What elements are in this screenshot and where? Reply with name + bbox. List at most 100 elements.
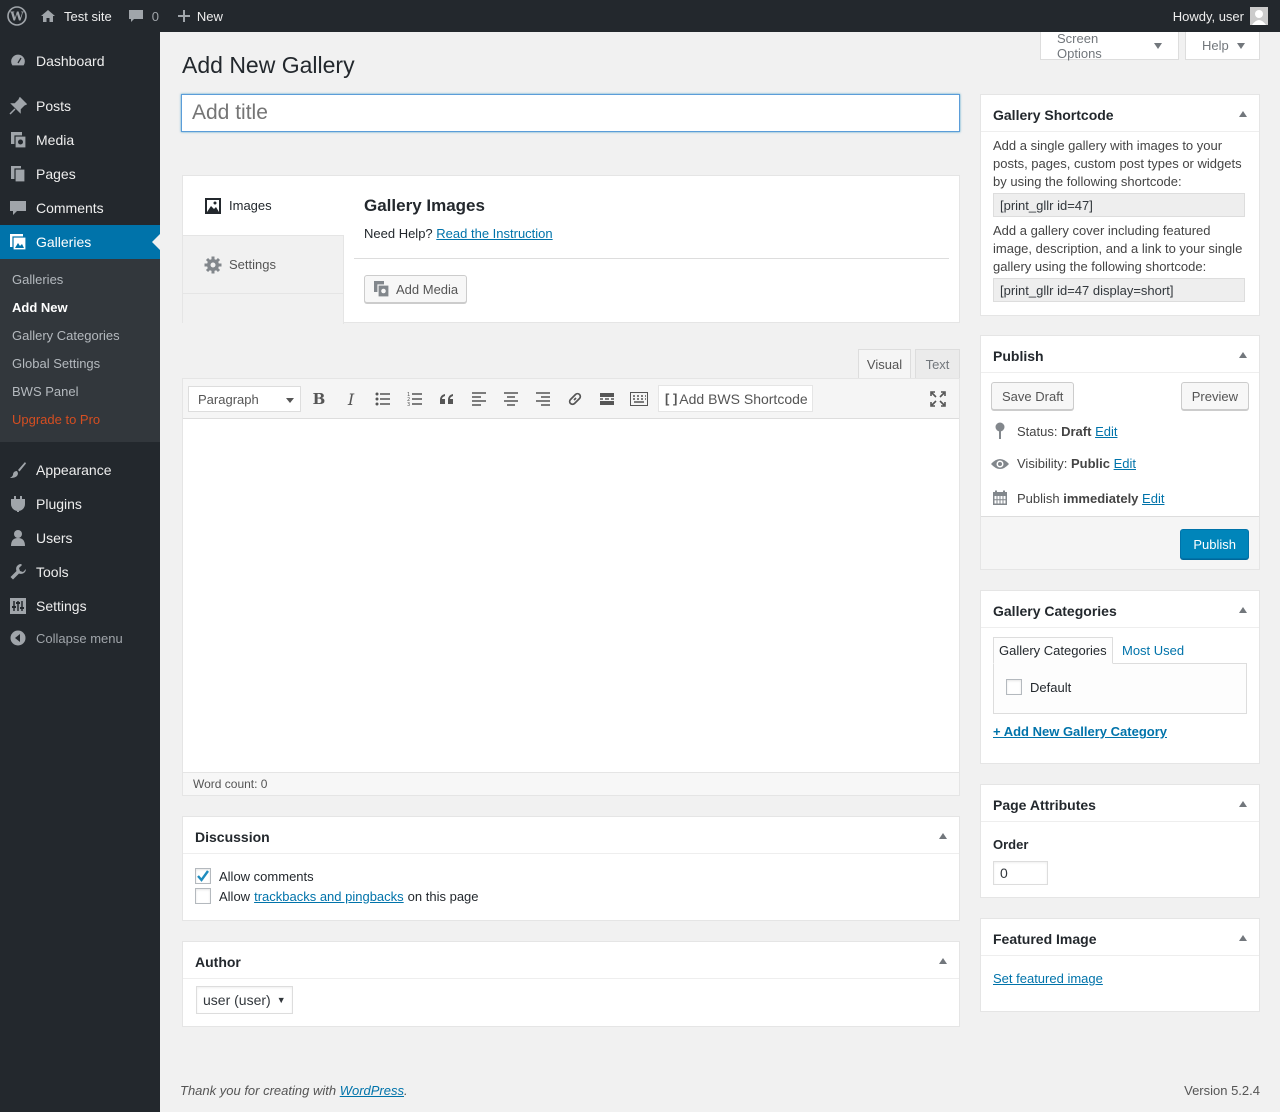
comment-bubble-icon (128, 9, 144, 24)
trackbacks-link[interactable]: trackbacks and pingbacks (254, 889, 404, 904)
author-select-value: user (user) (203, 992, 271, 1008)
svg-text:3: 3 (407, 402, 410, 406)
help-button[interactable]: Help (1185, 32, 1260, 60)
read-instruction-link[interactable]: Read the Instruction (436, 226, 552, 241)
sidebar-item-galleries[interactable]: Galleries (0, 225, 160, 259)
author-select[interactable]: user (user) ▼ (196, 986, 293, 1014)
tab-visual-label: Visual (866, 356, 903, 372)
collapse-toggle-icon[interactable] (1239, 352, 1247, 358)
collapse-toggle-icon[interactable] (939, 833, 947, 839)
edit-visibility-link[interactable]: Edit (1114, 456, 1136, 471)
sidebar-item-media[interactable]: Media (0, 123, 160, 157)
word-count: Word count: 0 (193, 777, 268, 791)
sidebar-item-posts[interactable]: Posts (0, 89, 160, 123)
add-media-button[interactable]: Add Media (364, 275, 468, 303)
gallery-tabs: Images Settings (183, 176, 345, 324)
format-select[interactable]: Paragraph (188, 386, 301, 412)
submenu-global-settings[interactable]: Global Settings (12, 356, 100, 371)
submenu-add-new[interactable]: Add New (12, 300, 68, 315)
align-right-button[interactable] (531, 387, 555, 411)
sidebar-label: Users (36, 530, 73, 546)
attributes-box-title: Page Attributes (993, 797, 1096, 813)
set-featured-image-link[interactable]: Set featured image (993, 971, 1103, 986)
comments-link[interactable]: 0 (120, 0, 167, 32)
edit-date-link[interactable]: Edit (1142, 491, 1164, 506)
help-label: Help (1202, 38, 1229, 53)
collapse-toggle-icon[interactable] (939, 958, 947, 964)
sidebar-item-dashboard[interactable]: Dashboard (0, 44, 160, 78)
collapse-toggle-icon[interactable] (1239, 935, 1247, 941)
wordpress-link[interactable]: WordPress (340, 1083, 404, 1098)
sidebar-item-appearance[interactable]: Appearance (0, 453, 160, 487)
sidebar-item-users[interactable]: Users (0, 521, 160, 555)
add-bws-shortcode-button[interactable]: [ ] Add BWS Shortcode (658, 385, 813, 412)
collapse-toggle-icon[interactable] (1239, 607, 1247, 613)
toolbar-toggle-button[interactable] (627, 387, 651, 411)
tab-most-used[interactable]: Most Used (1122, 637, 1184, 664)
tab-all-categories[interactable]: Gallery Categories (993, 637, 1113, 664)
sidebar-item-plugins[interactable]: Plugins (0, 487, 160, 521)
bullet-list-button[interactable] (371, 387, 395, 411)
editor-content-area[interactable] (183, 420, 959, 772)
svg-text:W: W (9, 10, 24, 24)
add-new-category-link[interactable]: + Add New Gallery Category (993, 724, 1167, 739)
pages-icon (0, 165, 36, 183)
allow-comments-label: Allow comments (219, 868, 314, 884)
sidebar-item-settings[interactable]: Settings (0, 589, 160, 623)
sidebar-item-pages[interactable]: Pages (0, 157, 160, 191)
galleries-submenu: Galleries Add New Gallery Categories Glo… (0, 259, 160, 442)
wordpress-logo-icon[interactable]: W (0, 0, 34, 32)
tab-settings[interactable]: Settings (183, 235, 344, 294)
italic-button[interactable]: I (339, 387, 363, 411)
title-input[interactable] (181, 94, 960, 132)
my-account-link[interactable]: Howdy, user (1165, 0, 1280, 32)
site-name-link[interactable]: Test site (34, 0, 120, 32)
shortcode-field-2[interactable]: [print_gllr id=47 display=short] (993, 278, 1245, 302)
collapse-menu-button[interactable]: Collapse menu (0, 628, 160, 648)
sidebar-item-tools[interactable]: Tools (0, 555, 160, 589)
submenu-gallery-categories[interactable]: Gallery Categories (12, 328, 120, 343)
collapse-toggle-icon[interactable] (1239, 111, 1247, 117)
submenu-upgrade-to-pro[interactable]: Upgrade to Pro (12, 412, 100, 427)
align-center-icon (504, 392, 518, 406)
status-label: Status: (1017, 423, 1058, 439)
dropdown-arrow-icon: ▼ (276, 995, 286, 1005)
tab-images[interactable]: Images (183, 176, 345, 235)
sidebar-item-comments[interactable]: Comments (0, 191, 160, 225)
preview-label: Preview (1191, 388, 1238, 404)
allow-comments-checkbox[interactable] (195, 868, 211, 884)
save-draft-button[interactable]: Save Draft (991, 382, 1075, 410)
submenu-galleries[interactable]: Galleries (12, 272, 63, 287)
preview-button[interactable]: Preview (1180, 382, 1249, 410)
allow-trackbacks-checkbox[interactable] (195, 888, 211, 904)
read-more-button[interactable] (595, 387, 619, 411)
fullscreen-button[interactable] (926, 387, 950, 411)
shortcode-field-1[interactable]: [print_gllr id=47] (993, 193, 1245, 217)
submenu-bws-panel[interactable]: BWS Panel (12, 384, 78, 399)
media-icon (373, 280, 391, 298)
divider (981, 627, 1259, 628)
align-center-button[interactable] (499, 387, 523, 411)
need-help-text: Need Help? (364, 226, 433, 241)
blockquote-button[interactable] (435, 387, 459, 411)
align-left-button[interactable] (467, 387, 491, 411)
collapse-toggle-icon[interactable] (1239, 801, 1247, 807)
howdy-text: Howdy, user (1172, 8, 1244, 24)
tab-visual[interactable]: Visual (858, 349, 911, 378)
new-content-link[interactable]: New (167, 0, 231, 32)
numbered-list-button[interactable]: 123 (403, 387, 427, 411)
insert-link-button[interactable] (563, 387, 587, 411)
tab-text[interactable]: Text (915, 349, 960, 378)
publish-button[interactable]: Publish (1180, 529, 1249, 559)
chevron-down-icon (286, 398, 294, 403)
footer-thanks: Thank you for creating with WordPress. (180, 1083, 408, 1098)
order-input[interactable]: 0 (993, 861, 1048, 885)
screen-options-label: Screen Options (1057, 30, 1102, 61)
allow-trackbacks-row: Allow trackbacks and pingbacks on this p… (195, 888, 479, 904)
bold-button[interactable]: B (307, 387, 331, 411)
fullscreen-icon (930, 391, 946, 407)
edit-status-link[interactable]: Edit (1095, 424, 1117, 439)
category-checkbox[interactable] (1006, 679, 1022, 695)
screen-options-button[interactable]: Screen Options (1040, 30, 1179, 61)
on-this-page-text: on this page (407, 888, 479, 904)
